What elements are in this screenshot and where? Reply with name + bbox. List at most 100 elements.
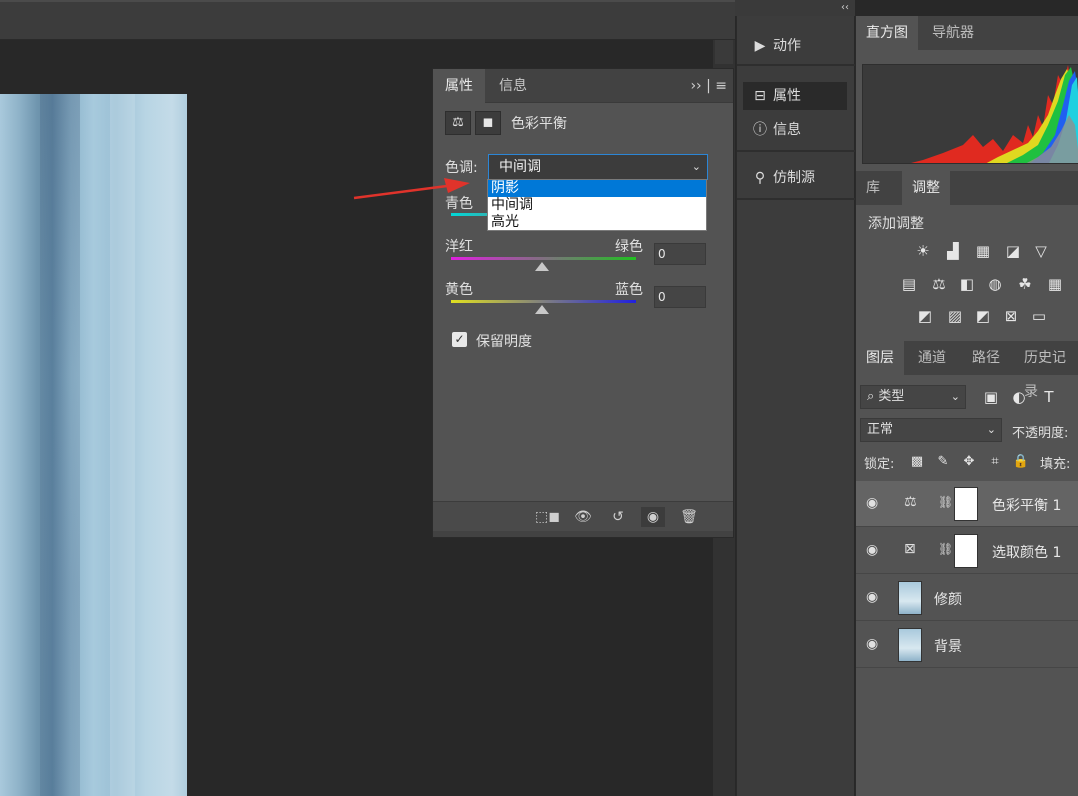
tone-select[interactable]: 中间调 ⌄ xyxy=(488,154,708,180)
invert-icon[interactable]: ◩ xyxy=(914,306,936,326)
tab-libraries[interactable]: 库 xyxy=(856,171,890,205)
layer-thumb[interactable] xyxy=(898,628,922,662)
dock-item-properties[interactable]: ⊟ 属性 xyxy=(743,82,847,110)
properties-panel: 属性 信息 ›› | ≡ ⚖ ◼ 色彩平衡 色调: 中间调 ⌄ 青色 红色 0 … xyxy=(432,68,734,538)
histogram-graph xyxy=(911,65,1078,163)
levels-icon[interactable]: ▟ xyxy=(942,241,964,261)
image-detail xyxy=(40,94,80,796)
view-previous-icon[interactable]: 👁 xyxy=(571,507,595,527)
threshold-icon[interactable]: ◩ xyxy=(972,306,994,326)
magenta-green-thumb[interactable] xyxy=(535,262,549,271)
color-balance-icon: ⚖ xyxy=(904,494,917,510)
eye-icon[interactable]: ◉ xyxy=(866,636,878,652)
brightness-icon[interactable]: ☀ xyxy=(912,241,934,261)
tab-properties[interactable]: 属性 xyxy=(433,69,485,103)
play-icon: ▶ xyxy=(754,38,766,54)
options-bar xyxy=(0,0,735,40)
tone-option-highlights[interactable]: 高光 xyxy=(488,214,706,231)
link-icon: ⛓ xyxy=(938,542,954,556)
curves-icon[interactable]: ▦ xyxy=(972,241,994,261)
layer-row[interactable]: ◉ 修颜 xyxy=(856,575,1078,621)
dock-item-info[interactable]: ⓘ 信息 xyxy=(743,116,847,144)
tab-info[interactable]: 信息 xyxy=(487,69,539,103)
dock-item-label: 信息 xyxy=(773,122,801,138)
tab-navigator[interactable]: 导航器 xyxy=(922,16,984,50)
yellow-blue-thumb[interactable] xyxy=(535,305,549,314)
dock-group-clone: ⚲ 仿制源 xyxy=(737,154,855,200)
layer-row[interactable]: ◉ 背景 xyxy=(856,622,1078,668)
color-lookup-icon[interactable]: ▦ xyxy=(1044,274,1066,294)
gradient-map-icon[interactable]: ▭ xyxy=(1028,306,1050,326)
clip-to-layer-icon[interactable]: ⬚◼ xyxy=(535,507,560,527)
tone-option-midtones[interactable]: 中间调 xyxy=(488,197,706,214)
eye-icon[interactable]: ◉ xyxy=(866,495,878,511)
slider-magenta-label: 洋红 xyxy=(445,239,473,255)
dock-item-label: 属性 xyxy=(773,88,801,104)
scrollbar-thumb[interactable] xyxy=(715,40,733,64)
tab-channels[interactable]: 通道 xyxy=(908,341,956,375)
yellow-blue-value[interactable]: 0 xyxy=(654,286,706,308)
artboard-icon[interactable]: ⌗ xyxy=(984,452,1006,472)
panel-menu-icon[interactable]: ›› | ≡ xyxy=(690,69,727,103)
vibrance-icon[interactable]: ▽ xyxy=(1030,241,1052,261)
layer-filter-select[interactable]: ⌕ 类型 ⌄ xyxy=(860,385,966,409)
adjustment-filter-icon[interactable]: ◐ xyxy=(1008,387,1030,407)
tone-dropdown-list: 阴影 中间调 高光 xyxy=(487,179,707,231)
tab-layers[interactable]: 图层 xyxy=(856,341,904,375)
reset-icon[interactable]: ↺ xyxy=(606,507,630,527)
chevron-down-icon: ⌄ xyxy=(691,160,701,173)
black-white-icon[interactable]: ◧ xyxy=(956,274,978,294)
color-balance-icon[interactable]: ⚖ xyxy=(928,274,950,294)
layer-thumb[interactable] xyxy=(898,581,922,615)
collapse-icon[interactable]: ‹‹ xyxy=(841,0,849,16)
blend-mode-select[interactable]: 正常 ⌄ xyxy=(860,418,1002,442)
magenta-green-value[interactable]: 0 xyxy=(654,243,706,265)
layer-mask-thumb[interactable] xyxy=(954,534,978,568)
dock-item-clone-source[interactable]: ⚲ 仿制源 xyxy=(743,164,847,192)
clone-stamp-icon: ⚲ xyxy=(754,170,766,186)
dock-item-label: 仿制源 xyxy=(773,170,815,186)
trash-icon[interactable]: 🗑 xyxy=(677,507,701,527)
eye-icon[interactable]: ◉ xyxy=(866,542,878,558)
selective-color-icon[interactable]: ⊠ xyxy=(1000,306,1022,326)
brush-icon[interactable]: ✎ xyxy=(932,452,954,472)
mask-icon[interactable]: ◼ xyxy=(475,111,501,135)
tab-history[interactable]: 历史记录 xyxy=(1014,341,1078,400)
hue-saturation-icon[interactable]: ▤ xyxy=(898,274,920,294)
eye-icon[interactable]: ◉ xyxy=(866,589,878,605)
adjustment-title: 色彩平衡 xyxy=(511,116,567,132)
red-arrow-annotation xyxy=(353,178,470,200)
balance-scale-icon[interactable]: ⚖ xyxy=(445,111,471,135)
dock-item-label: 动作 xyxy=(773,38,801,54)
preserve-luminosity-checkbox[interactable]: ✓ xyxy=(452,332,467,347)
tone-option-shadows[interactable]: 阴影 xyxy=(488,180,706,197)
layer-name: 背景 xyxy=(934,639,962,655)
tab-histogram[interactable]: 直方图 xyxy=(856,16,918,50)
lock-transparency-icon[interactable]: ▩ xyxy=(906,452,928,472)
tab-paths[interactable]: 路径 xyxy=(962,341,1010,375)
layer-name: 色彩平衡 1 xyxy=(992,498,1062,514)
tab-adjustments[interactable]: 调整 xyxy=(902,171,950,205)
layer-row[interactable]: ◉ ⚖ ⛓ 色彩平衡 1 xyxy=(856,481,1078,527)
slider-green-label: 绿色 xyxy=(615,239,643,255)
document-image[interactable] xyxy=(0,94,187,796)
lock-icon[interactable]: 🔒 xyxy=(1010,452,1032,472)
type-filter-icon[interactable]: T xyxy=(1038,387,1060,407)
move-icon[interactable]: ✥ xyxy=(958,452,980,472)
layer-row[interactable]: ◉ ⊠ ⛓ 选取颜色 1 xyxy=(856,528,1078,574)
channel-mixer-icon[interactable]: ☘ xyxy=(1014,274,1036,294)
posterize-icon[interactable]: ▨ xyxy=(944,306,966,326)
photoshop-window: 属性 信息 ›› | ≡ ⚖ ◼ 色彩平衡 色调: 中间调 ⌄ 青色 红色 0 … xyxy=(0,0,1078,796)
histogram-display xyxy=(862,64,1078,164)
magenta-green-track[interactable] xyxy=(451,257,636,260)
properties-tab-bar: 属性 信息 ›› | ≡ xyxy=(433,69,733,103)
visibility-eye-icon[interactable]: ◉ xyxy=(641,507,665,527)
chevron-down-icon: ⌄ xyxy=(986,423,996,436)
yellow-blue-track[interactable] xyxy=(451,300,636,303)
exposure-icon[interactable]: ◪ xyxy=(1002,241,1024,261)
layer-mask-thumb[interactable] xyxy=(954,487,978,521)
panel-resize-grip[interactable] xyxy=(433,531,733,537)
pixel-filter-icon[interactable]: ▣ xyxy=(980,387,1002,407)
dock-item-actions[interactable]: ▶ 动作 xyxy=(743,32,847,60)
photo-filter-icon[interactable]: ◍ xyxy=(984,274,1006,294)
